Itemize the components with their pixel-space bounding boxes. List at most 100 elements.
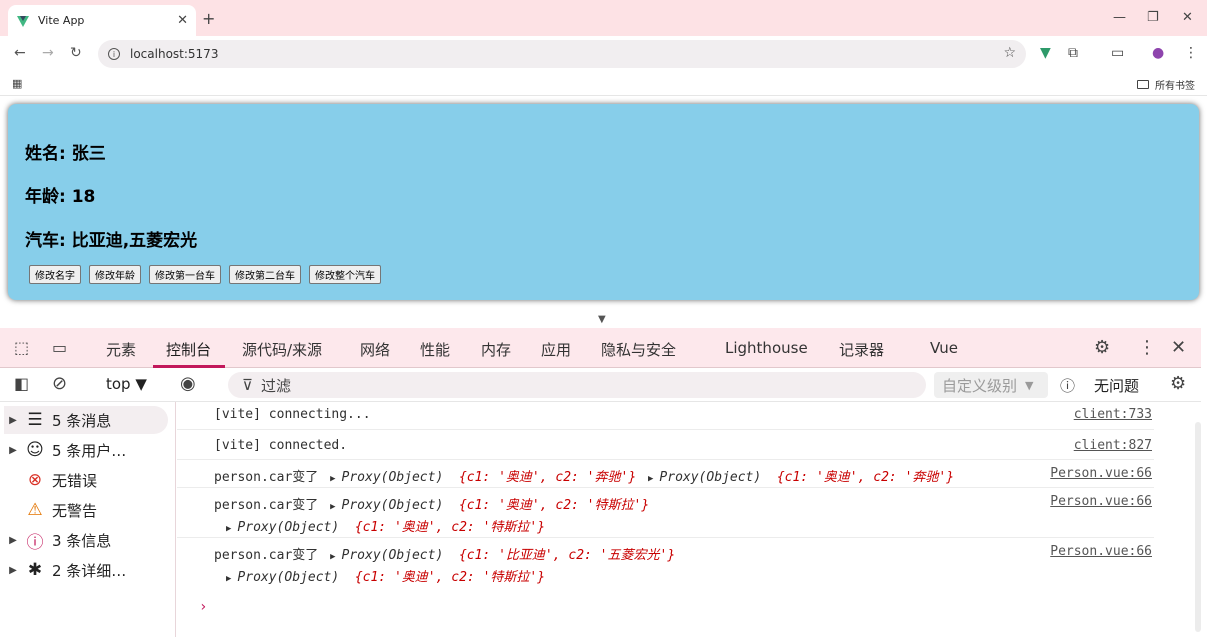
tab-performance[interactable]: 性能 — [420, 339, 450, 360]
list-icon: ☰ — [27, 410, 43, 430]
clear-console-icon[interactable]: ⊘ — [52, 373, 67, 394]
apps-grid-icon[interactable]: ▦ — [12, 77, 22, 90]
sidebar-item-label: 2 条详细… — [52, 561, 127, 580]
expand-triangle-icon[interactable]: ▶ — [226, 524, 231, 534]
expand-triangle-icon[interactable]: ▶ — [330, 474, 335, 484]
bookmark-star-icon[interactable]: ☆ — [1003, 45, 1016, 61]
inspect-element-icon[interactable]: ⬚ — [14, 338, 29, 357]
console-prompt-chevron-icon[interactable]: › — [199, 599, 207, 615]
tab-title: Vite App — [38, 14, 85, 27]
page-viewport: 姓名: 张三 年龄: 18 汽车: 比亚迪,五菱宏光 修改名字 修改年龄 修改第… — [0, 96, 1207, 312]
tab-close-icon[interactable]: ✕ — [177, 13, 188, 28]
object-label[interactable]: Proxy(Object) — [342, 470, 444, 485]
console-message: person.car变了 ▶ Proxy(Object) {c1: '奥迪', c… — [177, 488, 1154, 538]
site-info-icon[interactable]: i — [108, 48, 120, 60]
object-label[interactable]: Proxy(Object) — [659, 470, 761, 485]
console-scrollbar[interactable] — [1195, 402, 1201, 637]
sidebar-item-verbose[interactable]: ▶ ✱ 2 条详细… — [4, 556, 168, 584]
tab-sources[interactable]: 源代码/来源 — [242, 339, 322, 360]
chevron-down-icon: ▼ — [1025, 378, 1034, 392]
tab-memory[interactable]: 内存 — [481, 339, 511, 360]
message-source-link[interactable]: client:733 — [1074, 407, 1152, 422]
new-tab-button[interactable]: + — [202, 9, 215, 28]
person-card: 姓名: 张三 年龄: 18 汽车: 比亚迪,五菱宏光 修改名字 修改年龄 修改第… — [8, 104, 1199, 300]
message-continuation: ▶ Proxy(Object) {c1: '奥迪', c2: '特斯拉'} — [222, 566, 545, 585]
object-label[interactable]: Proxy(Object) — [342, 498, 444, 513]
sidebar-item-messages[interactable]: ▶ ☰ 5 条消息 — [4, 406, 168, 434]
sidebar-item-info[interactable]: ▶ ⓘ 3 条信息 — [4, 526, 168, 554]
tab-elements[interactable]: 元素 — [106, 339, 136, 360]
change-name-button[interactable]: 修改名字 — [29, 265, 81, 284]
side-panel-icon[interactable]: ▭ — [1111, 45, 1124, 61]
expand-triangle-icon[interactable]: ▶ — [330, 552, 335, 562]
console-toolbar: ◧ ⊘ top ▼ ◉ ⊽ 过滤 自定义级别 ▼ ⓘ 无问题 ⚙ — [0, 368, 1201, 402]
person-name: 姓名: 张三 — [25, 144, 106, 164]
forward-arrow-icon[interactable]: → — [42, 45, 54, 61]
minimize-icon[interactable]: — — [1113, 10, 1126, 25]
console-filter-input[interactable]: ⊽ 过滤 — [228, 372, 926, 398]
browser-menu-icon[interactable]: ⋮ — [1184, 45, 1198, 61]
vite-vue-logo-icon — [17, 15, 29, 27]
console-message: person.car变了 ▶ Proxy(Object) {c1: '奥迪', c… — [177, 460, 1154, 488]
message-source-link[interactable]: Person.vue:66 — [1048, 466, 1152, 481]
expand-arrow-icon: ▶ — [9, 414, 17, 426]
device-toolbar-icon[interactable]: ▭ — [52, 338, 67, 357]
expand-triangle-icon[interactable]: ▶ — [648, 474, 653, 484]
vue-devtools-extension-icon[interactable]: ▼ — [1040, 45, 1051, 61]
change-second-car-button[interactable]: 修改第二台车 — [229, 265, 301, 284]
live-expression-eye-icon[interactable]: ◉ — [180, 373, 196, 394]
log-level-dropdown[interactable]: 自定义级别 ▼ — [934, 372, 1048, 398]
message-text: [vite] connecting... — [214, 407, 371, 422]
sidebar-item-warnings[interactable]: ⚠ 无警告 — [4, 496, 168, 524]
devtools-panel: ⬚ ▭ 元素 控制台 源代码/来源 网络 性能 内存 应用 隐私与安全 Ligh… — [0, 328, 1207, 637]
console-settings-gear-icon[interactable]: ⚙ — [1170, 373, 1186, 394]
change-first-car-button[interactable]: 修改第一台车 — [149, 265, 221, 284]
restore-icon[interactable]: ❐ — [1147, 10, 1159, 25]
message-source-link[interactable]: client:827 — [1074, 438, 1152, 453]
object-preview: {c1: '奥迪', c2: '特斯拉'} — [458, 498, 650, 513]
object-preview: {c1: '奥迪', c2: '奔驰'} — [776, 470, 955, 485]
issues-info-icon[interactable]: ⓘ — [1060, 375, 1075, 396]
object-label[interactable]: Proxy(Object) — [237, 520, 339, 535]
profile-avatar-icon[interactable]: ● — [1152, 45, 1164, 61]
message-prefix: person.car变了 — [214, 498, 319, 513]
person-age: 年龄: 18 — [25, 187, 96, 207]
object-label[interactable]: Proxy(Object) — [237, 570, 339, 585]
context-selector[interactable]: top ▼ — [106, 375, 147, 393]
expand-triangle-icon[interactable]: ▶ — [226, 574, 231, 584]
devtools-resize-handle-icon[interactable]: ▼ — [598, 314, 606, 325]
message-source-link[interactable]: Person.vue:66 — [1050, 544, 1152, 559]
settings-gear-icon[interactable]: ⚙ — [1094, 337, 1110, 358]
sidebar-item-errors[interactable]: ⊗ 无错误 — [4, 466, 168, 494]
expand-arrow-icon: ▶ — [9, 534, 17, 546]
change-age-button[interactable]: 修改年龄 — [89, 265, 141, 284]
all-bookmarks-button[interactable]: 所有书签 — [1137, 77, 1195, 92]
issues-count[interactable]: 无问题 — [1094, 375, 1139, 396]
context-label: top — [106, 375, 131, 393]
tab-recorder[interactable]: 记录器 — [839, 339, 884, 360]
message-source-link[interactable]: Person.vue:66 — [1050, 494, 1152, 509]
tab-console[interactable]: 控制台 — [166, 339, 211, 360]
browser-tab[interactable]: Vite App ✕ — [8, 5, 196, 36]
sidebar-item-user-messages[interactable]: ▶ ☺ 5 条用户… — [4, 436, 168, 464]
object-label[interactable]: Proxy(Object) — [342, 548, 444, 563]
person-cars: 汽车: 比亚迪,五菱宏光 — [25, 231, 198, 251]
reload-icon[interactable]: ↻ — [70, 45, 82, 61]
sidebar-toggle-icon[interactable]: ◧ — [14, 374, 29, 393]
extensions-icon[interactable]: ⧉ — [1068, 45, 1078, 61]
tab-lighthouse[interactable]: Lighthouse — [725, 339, 808, 357]
error-icon: ⊗ — [27, 470, 43, 490]
window-close-icon[interactable]: ✕ — [1182, 10, 1193, 25]
action-buttons: 修改名字 修改年龄 修改第一台车 修改第二台车 修改整个汽车 — [29, 265, 381, 284]
object-preview: {c1: '奥迪', c2: '奔驰'} — [458, 470, 637, 485]
address-bar[interactable]: i localhost:5173 ☆ — [98, 40, 1026, 68]
close-devtools-icon[interactable]: ✕ — [1171, 337, 1186, 358]
tab-network[interactable]: 网络 — [360, 339, 390, 360]
tab-application[interactable]: 应用 — [541, 339, 571, 360]
tab-vue[interactable]: Vue — [930, 339, 958, 357]
devtools-menu-icon[interactable]: ⋮ — [1138, 337, 1156, 358]
change-all-cars-button[interactable]: 修改整个汽车 — [309, 265, 381, 284]
back-arrow-icon[interactable]: ← — [14, 45, 26, 61]
expand-triangle-icon[interactable]: ▶ — [330, 502, 335, 512]
tab-privacy-security[interactable]: 隐私与安全 — [601, 339, 676, 360]
